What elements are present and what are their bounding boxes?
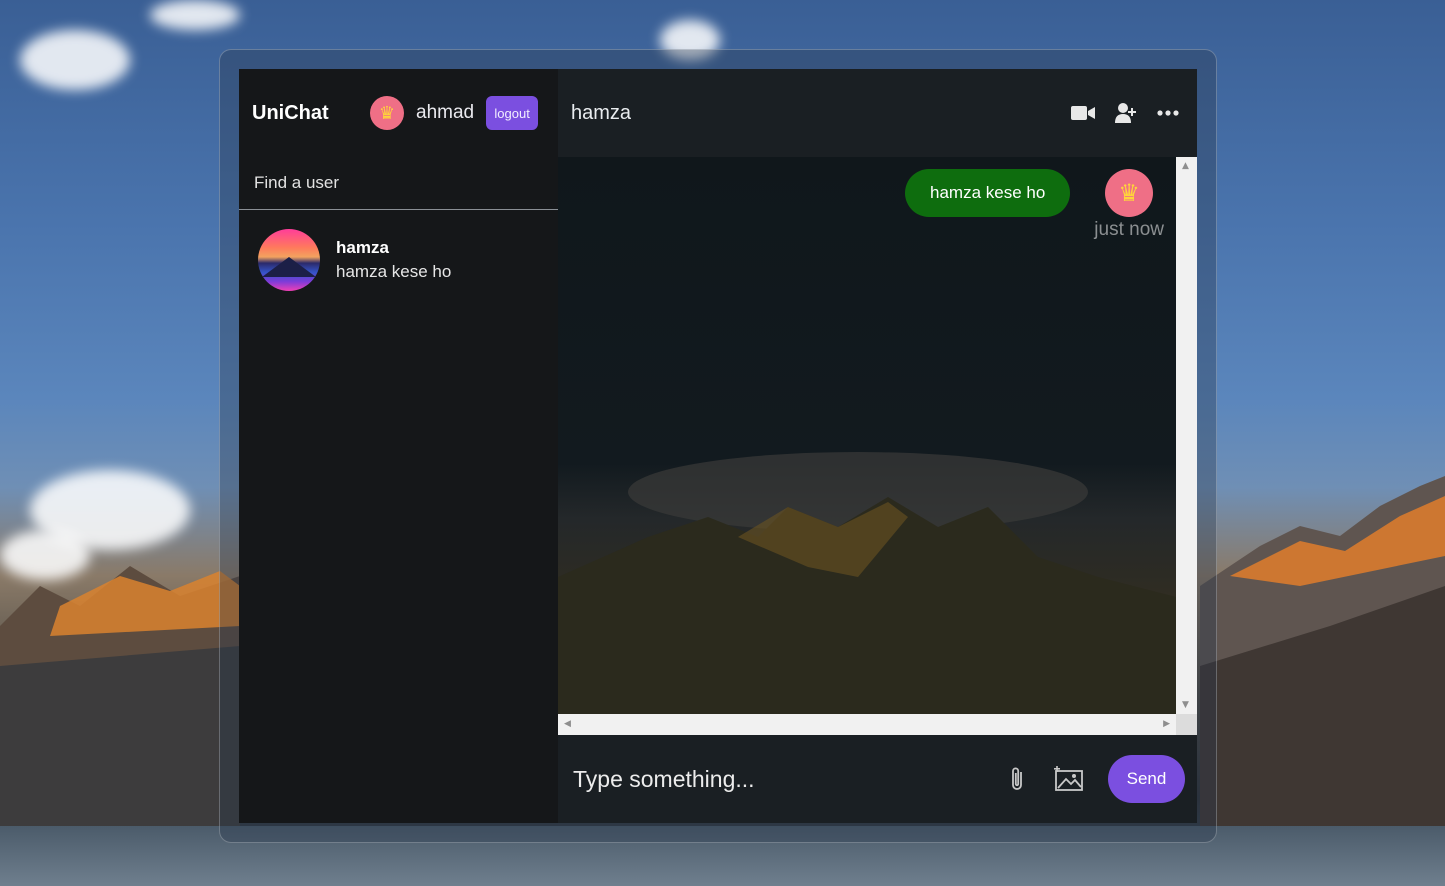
horizontal-scrollbar[interactable]: ◀ ▶	[558, 714, 1176, 735]
sidebar: UniChat ♛ ahmad logout hamza hamza kese …	[239, 69, 558, 823]
message-avatar: ♛	[1105, 169, 1154, 217]
image-upload-icon[interactable]	[1054, 766, 1084, 792]
header-actions	[1071, 102, 1197, 124]
conversation-header: hamza	[558, 69, 1197, 157]
scrollbar-corner	[1176, 714, 1197, 735]
message-composer: Send	[558, 735, 1197, 823]
composer-tools: Send	[1010, 755, 1197, 803]
messages-area: hamza kese ho ♛ just now	[558, 157, 1176, 714]
scroll-up-arrow-icon[interactable]: ▲	[1182, 161, 1189, 171]
more-options-icon[interactable]	[1157, 110, 1179, 116]
current-user-name: ahmad	[416, 102, 475, 123]
sidebar-header: UniChat ♛ ahmad logout	[239, 69, 558, 157]
contact-name: hamza	[571, 101, 632, 124]
scroll-right-arrow-icon[interactable]: ▶	[1163, 719, 1170, 729]
crown-icon: ♛	[1118, 179, 1140, 207]
message-row: hamza kese ho ♛ just now	[905, 169, 1164, 241]
message-bubble: hamza kese ho	[905, 169, 1071, 217]
chat-info: hamza hamza kese ho	[336, 238, 451, 282]
message-time: just now	[1094, 219, 1164, 240]
chat-avatar	[258, 229, 320, 291]
user-search	[239, 157, 558, 210]
logout-button[interactable]: logout	[486, 96, 539, 130]
chat-app: UniChat ♛ ahmad logout hamza hamza kese …	[239, 69, 1197, 823]
scroll-left-arrow-icon[interactable]: ◀	[564, 719, 571, 729]
chat-last-message: hamza kese ho	[336, 262, 452, 281]
vertical-scrollbar[interactable]: ▲ ▼	[1176, 157, 1197, 714]
scroll-down-arrow-icon[interactable]: ▼	[1182, 700, 1189, 710]
message-input[interactable]	[573, 765, 973, 793]
send-button[interactable]: Send	[1108, 755, 1185, 803]
add-user-icon[interactable]	[1115, 102, 1137, 124]
video-camera-icon[interactable]	[1071, 105, 1095, 121]
message-meta: ♛ just now	[1094, 169, 1164, 241]
conversation-panel: hamza hamza kese ho ♛ just now ▲ ▼ ◀ ▶ T…	[558, 69, 1197, 823]
crown-icon: ♛	[378, 102, 396, 124]
paperclip-icon[interactable]	[1010, 766, 1024, 792]
brand-logo: UniChat	[252, 101, 329, 124]
chat-list-item[interactable]: hamza hamza kese ho	[239, 210, 558, 291]
current-user-avatar: ♛	[370, 96, 404, 130]
chat-name: hamza	[336, 238, 389, 257]
search-input[interactable]	[254, 173, 534, 193]
